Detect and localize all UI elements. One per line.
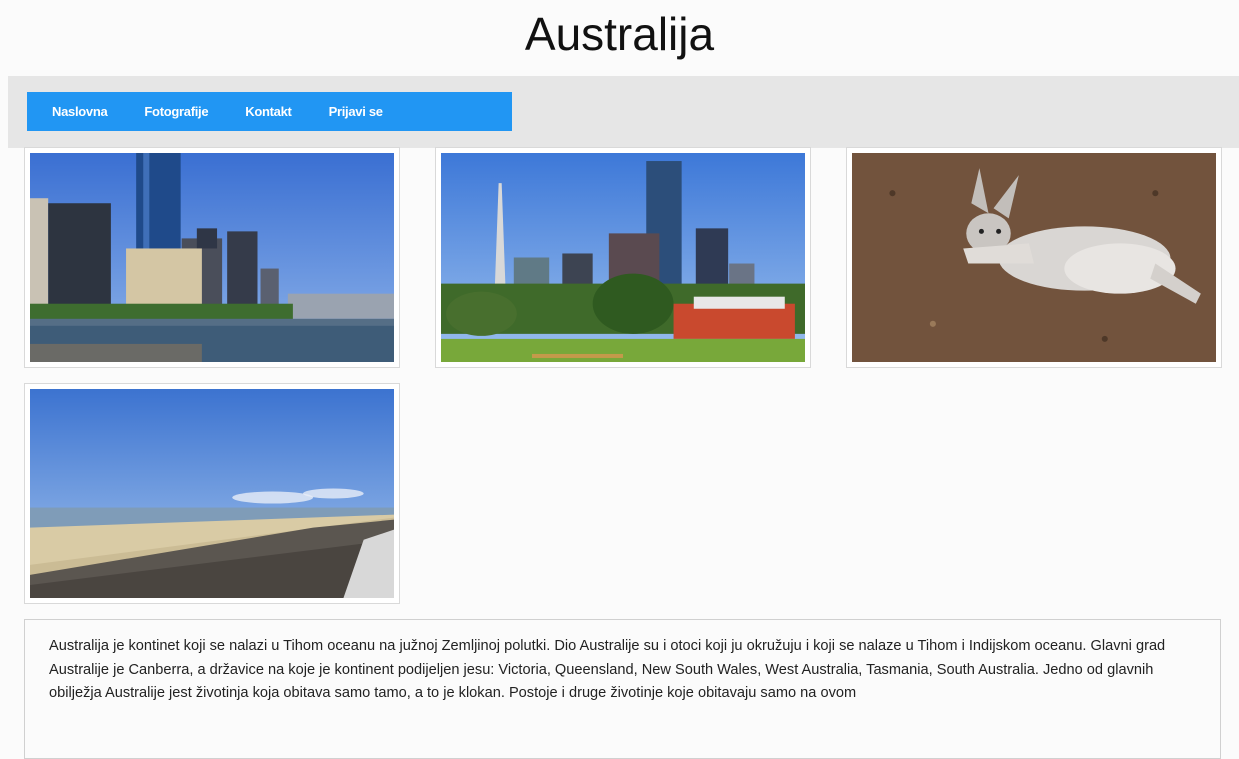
gallery-photo-skyline-river[interactable] — [24, 147, 400, 368]
nav-menu: Naslovna Fotografije Kontakt Prijavi se — [27, 92, 512, 131]
article-paragraph: Australija je kontinet koji se nalazi u … — [49, 638, 1166, 701]
skyline-river-image — [30, 153, 394, 362]
beach-image — [30, 389, 394, 598]
navigation-bar: Naslovna Fotografije Kontakt Prijavi se — [8, 76, 1239, 148]
page-title: Australija — [524, 8, 715, 60]
gallery-photo-kangaroo[interactable] — [846, 147, 1222, 368]
nav-item-kontakt[interactable]: Kontakt — [245, 104, 292, 119]
nav-item-prijavi-se[interactable]: Prijavi se — [329, 104, 383, 119]
gallery-photo-skyline-park[interactable] — [435, 147, 811, 368]
article-text-box: Australija je kontinet koji se nalazi u … — [24, 619, 1221, 759]
skyline-park-image — [441, 153, 805, 362]
nav-item-naslovna[interactable]: Naslovna — [52, 104, 108, 119]
gallery-photo-beach[interactable] — [24, 383, 400, 604]
nav-item-fotografije[interactable]: Fotografije — [144, 104, 208, 119]
kangaroo-image — [852, 153, 1216, 362]
